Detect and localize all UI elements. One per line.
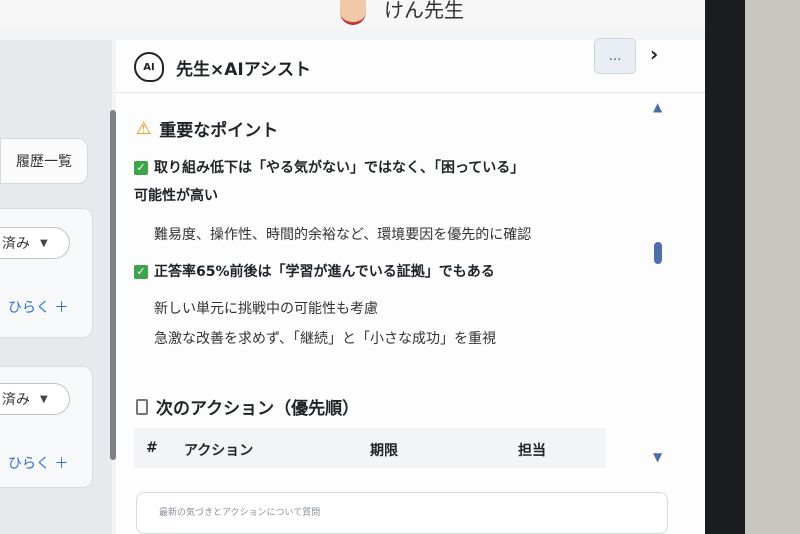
screen: けん先生 履歴一覧 済み ▼ ひらく ＋ 済み ▼ ひらく ＋ AI 先生×AI… (0, 0, 705, 534)
history-sidebar: 履歴一覧 済み ▼ ひらく ＋ 済み ▼ ひらく ＋ (0, 40, 112, 534)
scrollbar-thumb[interactable] (654, 242, 662, 264)
point-title-line: 可能性が高い (134, 188, 218, 204)
clipboard-icon (136, 398, 148, 415)
important-heading-text: 重要なポイント (159, 121, 279, 141)
scroll-down-icon[interactable]: ▼ (653, 450, 662, 464)
actions-heading: 次のアクション（優先順） (136, 394, 359, 419)
ai-icon: AI (134, 52, 164, 82)
history-list-button[interactable]: 履歴一覧 (0, 138, 88, 184)
chat-input[interactable]: 最新の気づきとアクションについて質問 (136, 492, 668, 534)
open-link[interactable]: ひらく ＋ (8, 297, 68, 317)
warning-icon: ⚠ (136, 118, 152, 139)
panel-content: ⚠ 重要なポイント ✓ 取り組み低下は「やる気がない」ではなく、「困っている」 可… (116, 92, 676, 534)
column-number: # (146, 440, 158, 456)
status-select[interactable]: 済み ▼ (0, 383, 70, 415)
point-title-line: 取り組み低下は「やる気がない」ではなく、「困っている」 (154, 160, 525, 176)
column-action: アクション (184, 443, 254, 459)
teacher-avatar (340, 0, 366, 25)
top-header: けん先生 (0, 0, 705, 28)
chat-input-placeholder: 最新の気づきとアクションについて質問 (159, 508, 321, 518)
background-wall (745, 0, 800, 534)
history-card: 済み ▼ ひらく ＋ (0, 366, 93, 488)
point-detail: 新しい単元に挑戦中の可能性も考慮 (154, 301, 378, 317)
teacher-name: けん先生 (384, 0, 464, 22)
panel-header: AI 先生×AIアシスト … › (116, 38, 705, 93)
check-icon: ✓ (134, 161, 148, 175)
chevron-right-icon[interactable]: › (650, 42, 658, 66)
actions-heading-text: 次のアクション（優先順） (156, 399, 360, 419)
point-detail: 難易度、操作性、時間的余裕など、環境要因を優先的に確認 (154, 227, 532, 243)
monitor-bezel (705, 0, 745, 534)
column-deadline: 期限 (370, 443, 398, 459)
status-value: 済み (2, 392, 30, 408)
point-title: ✓ 取り組み低下は「やる気がない」ではなく、「困っている」 可能性が高い (134, 154, 524, 210)
status-select[interactable]: 済み ▼ (0, 227, 70, 259)
status-value: 済み (2, 236, 30, 252)
important-heading: ⚠ 重要なポイント (136, 116, 279, 142)
more-button[interactable]: … (594, 38, 636, 74)
history-card: 済み ▼ ひらく ＋ (0, 208, 93, 338)
open-link[interactable]: ひらく ＋ (8, 453, 68, 473)
ai-assist-panel: AI 先生×AIアシスト … › ⚠ 重要なポイント ✓ 取り組み低下は「やる気が… (116, 38, 705, 534)
check-icon: ✓ (134, 265, 148, 279)
scroll-up-icon[interactable]: ▲ (653, 100, 662, 114)
point-title-line: 正答率65%前後は「学習が進んでいる証拠」でもある (154, 264, 495, 280)
chevron-down-icon: ▼ (40, 393, 48, 405)
chevron-down-icon: ▼ (40, 237, 48, 249)
actions-table-header: # アクション 期限 担当 (134, 428, 606, 468)
panel-title: 先生×AIアシスト (176, 60, 312, 80)
point-detail: 急激な改善を求めず、「継続」と「小さな成功」を重視 (154, 331, 497, 347)
column-owner: 担当 (518, 443, 546, 459)
point-title: ✓ 正答率65%前後は「学習が進んでいる証拠」でもある (134, 258, 495, 286)
